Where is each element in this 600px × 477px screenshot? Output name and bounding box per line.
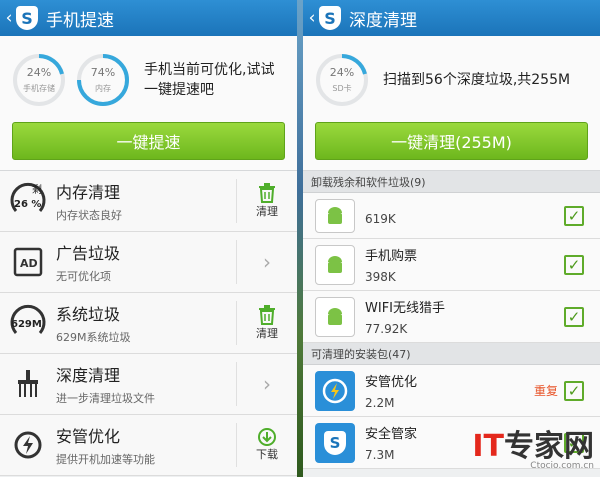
row-title: 广告垃圾	[56, 244, 121, 263]
status-card: 24% 手机存储 74% 内存 手机当前可优化,试试一键提速吧 一键提速	[0, 36, 297, 171]
screenshot-frame: ‹ S 手机提速 24% 手机存储 74% 内存 手机当前可优化,试试一键提速吧…	[0, 0, 600, 477]
back-icon[interactable]: ‹	[305, 8, 319, 28]
status-card: 24% SD卡 扫描到56个深度垃圾,共255M 一键清理(255M)	[303, 36, 600, 171]
row-subtitle: 进一步清理垃圾文件	[56, 392, 155, 405]
storage-gauge: 24% 手机存储	[12, 53, 66, 107]
storage-label: 手机存储	[23, 84, 55, 93]
scan-summary: 扫描到56个深度垃圾,共255M	[383, 72, 571, 88]
android-icon	[315, 244, 355, 285]
row-subtitle: 内存状态良好	[56, 209, 122, 222]
memory-pct: 74%	[90, 66, 116, 79]
system-junk-ring-icon: 629M	[10, 304, 46, 334]
row-subtitle: 无可优化项	[56, 270, 111, 283]
ad-icon: AD	[13, 247, 43, 277]
sd-card-pct: 24%	[329, 66, 355, 79]
app-bar: ‹ S 手机提速	[0, 0, 297, 36]
memory-label: 内存	[95, 84, 111, 93]
memory-ring-icon: 剩 26 %	[10, 182, 46, 212]
svg-text:AD: AD	[20, 257, 38, 270]
chevron-right-icon[interactable]: ›	[263, 250, 271, 274]
app-name: 安管优化	[365, 375, 418, 390]
shield-logo-icon: S	[319, 6, 341, 30]
trash-icon	[259, 183, 275, 203]
clean-button[interactable]: 清理	[237, 183, 297, 219]
row-title: 深度清理	[56, 366, 121, 385]
page-title: 深度清理	[349, 10, 417, 31]
checkbox-checked[interactable]: ✓	[564, 306, 584, 327]
phone-deep-clean-screen: ‹ S 深度清理 24% SD卡 扫描到56个深度垃圾,共255M 一键清理(2…	[303, 0, 600, 477]
download-button[interactable]: 下载	[237, 428, 297, 462]
clean-button[interactable]: 清理	[237, 305, 297, 341]
section-header-residual: 卸载残余和软件垃圾(9)	[303, 171, 600, 193]
memory-badge-top: 剩	[32, 183, 42, 196]
app-optimize-icon	[315, 370, 355, 411]
storage-pct: 24%	[26, 66, 52, 79]
clean-label: 清理	[256, 205, 278, 218]
tool-list: 剩 26 % 内存清理 内存状态良好 清理 AD 广告垃圾 无可优化项 › 62…	[0, 171, 297, 476]
list-item-deep-clean[interactable]: 深度清理 进一步清理垃圾文件 ›	[0, 354, 297, 415]
watermark-brand: 专家网	[504, 429, 594, 464]
memory-badge-value: 26 %	[14, 199, 41, 210]
list-item[interactable]: WIFI无线猎手 77.92K ✓	[303, 291, 600, 343]
row-title: 系统垃圾	[56, 305, 121, 324]
app-bar: ‹ S 深度清理	[303, 0, 600, 36]
one-click-clean-button[interactable]: 一键清理(255M)	[315, 122, 588, 160]
list-item[interactable]: 安管优化 2.2M 重复 ✓	[303, 365, 600, 417]
duplicate-tag: 重复	[533, 384, 558, 398]
lightning-circle-icon	[14, 431, 42, 459]
one-click-speedup-button[interactable]: 一键提速	[12, 122, 285, 160]
app-name: 手机购票	[365, 249, 418, 264]
row-title: 内存清理	[56, 183, 121, 202]
row-subtitle: 629M系统垃圾	[56, 331, 131, 344]
sd-card-gauge: 24% SD卡	[315, 53, 369, 107]
list-item-memory-clean[interactable]: 剩 26 % 内存清理 内存状态良好 清理	[0, 171, 297, 232]
row-subtitle: 提供开机加速等功能	[56, 453, 155, 466]
android-icon	[315, 198, 355, 233]
download-label: 下载	[256, 448, 278, 461]
broom-icon	[18, 370, 38, 397]
watermark-it: IT	[472, 429, 504, 464]
optimize-summary: 手机当前可优化,试试一键提速吧	[144, 62, 275, 98]
memory-gauge: 74% 内存	[76, 53, 130, 107]
app-size: 398K	[365, 270, 396, 284]
checkbox-checked[interactable]: ✓	[564, 254, 584, 275]
trash-icon	[259, 305, 275, 325]
list-item[interactable]: 619K ✓	[303, 193, 600, 239]
chevron-right-icon[interactable]: ›	[263, 372, 271, 396]
list-item[interactable]: 手机购票 398K ✓	[303, 239, 600, 291]
page-title: 手机提速	[46, 10, 114, 31]
app-size: 77.92K	[365, 322, 408, 336]
app-name: WIFI无线猎手	[365, 301, 445, 316]
android-icon	[315, 296, 355, 337]
clean-label: 清理	[256, 327, 278, 340]
app-size: 2.2M	[365, 396, 395, 410]
row-title: 安管优化	[56, 427, 121, 446]
download-icon	[258, 428, 276, 446]
list-item-system-junk[interactable]: 629M 系统垃圾 629M系统垃圾 清理	[0, 293, 297, 354]
list-item-security-optimize[interactable]: 安管优化 提供开机加速等功能 下载	[0, 415, 297, 476]
phone-speedup-screen: ‹ S 手机提速 24% 手机存储 74% 内存 手机当前可优化,试试一键提速吧…	[0, 0, 297, 477]
shield-logo-icon: S	[16, 6, 38, 30]
checkbox-checked[interactable]: ✓	[564, 205, 584, 226]
system-badge-value: 629M	[11, 319, 42, 330]
app-size: 619K	[365, 211, 396, 226]
back-icon[interactable]: ‹	[2, 8, 16, 28]
sd-card-label: SD卡	[332, 84, 352, 93]
checkbox-checked[interactable]: ✓	[564, 380, 584, 401]
list-item-ad-junk[interactable]: AD 广告垃圾 无可优化项 ›	[0, 232, 297, 293]
app-shield-icon: S	[315, 422, 355, 463]
section-header-packages: 可清理的安装包(47)	[303, 343, 600, 365]
site-watermark: IT专家网 Ctocio.com.cn	[472, 421, 594, 471]
